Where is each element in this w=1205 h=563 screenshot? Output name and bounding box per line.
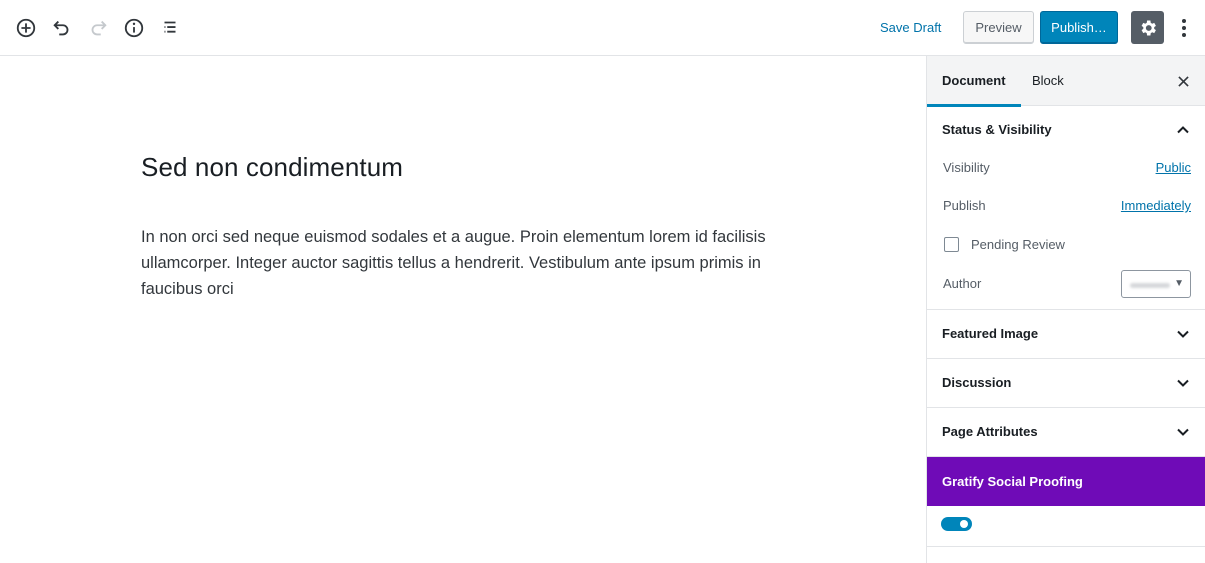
post-title[interactable]: Sed non condimentum	[141, 152, 403, 183]
outline-icon[interactable]	[156, 14, 184, 42]
undo-icon[interactable]	[48, 14, 76, 42]
more-options-button[interactable]	[1172, 14, 1196, 42]
publish-row: Publish Immediately	[927, 187, 1205, 225]
panel-featured-image: Featured Image	[927, 310, 1205, 359]
publish-label: Publish	[943, 198, 986, 213]
panel-page-attributes: Page Attributes	[927, 408, 1205, 457]
tab-document[interactable]: Document	[927, 56, 1021, 107]
panel-title: Page Attributes	[942, 424, 1038, 439]
author-select[interactable]: ▼	[1121, 270, 1191, 298]
chevron-up-icon	[1177, 126, 1189, 134]
author-row: Author ▼	[927, 265, 1205, 303]
panel-discussion: Discussion	[927, 359, 1205, 408]
pending-review-checkbox[interactable]	[944, 237, 959, 252]
panel-title: Featured Image	[942, 326, 1039, 341]
panel-title: Status & Visibility	[942, 122, 1052, 137]
chevron-down-icon	[1177, 428, 1189, 436]
panel-featured-image-toggle[interactable]: Featured Image	[927, 310, 1205, 358]
save-draft-button[interactable]: Save Draft	[872, 17, 949, 39]
info-icon[interactable]	[120, 14, 148, 42]
gear-icon	[1141, 20, 1156, 35]
add-block-icon[interactable]	[12, 14, 40, 42]
sidebar-tabs: Document Block	[927, 56, 1205, 107]
more-vertical-icon	[1182, 19, 1186, 37]
chevron-down-icon	[1177, 330, 1189, 338]
panel-status-visibility: Status & Visibility Visibility Public Pu…	[927, 106, 1205, 310]
author-name-redacted	[1130, 283, 1170, 288]
publish-date-link[interactable]: Immediately	[1121, 187, 1191, 225]
panel-discussion-toggle[interactable]: Discussion	[927, 359, 1205, 407]
redo-icon[interactable]	[84, 14, 112, 42]
close-sidebar-button[interactable]	[1173, 71, 1193, 91]
gratify-panel-header: Gratify Social Proofing	[927, 457, 1205, 506]
pending-review-row: Pending Review	[927, 225, 1205, 265]
pending-review-label: Pending Review	[971, 237, 1065, 252]
chevron-down-icon	[1177, 379, 1189, 387]
panel-status-visibility-toggle[interactable]: Status & Visibility	[927, 106, 1205, 154]
paragraph-block[interactable]: In non orci sed neque euismod sodales et…	[141, 224, 791, 302]
editor-toolbar: Save Draft Preview Publish…	[0, 0, 1205, 56]
editor-canvas: Sed non condimentum In non orci sed nequ…	[0, 56, 926, 563]
preview-button[interactable]: Preview	[963, 11, 1034, 44]
tab-block[interactable]: Block	[1032, 56, 1064, 106]
visibility-link[interactable]: Public	[1156, 149, 1191, 187]
gratify-toggle-row	[927, 506, 1205, 547]
close-icon	[1177, 75, 1189, 87]
visibility-label: Visibility	[943, 160, 990, 175]
panel-page-attributes-toggle[interactable]: Page Attributes	[927, 408, 1205, 456]
toggle-knob	[960, 520, 968, 528]
author-label: Author	[943, 276, 982, 291]
select-caret-icon: ▼	[1174, 278, 1184, 289]
settings-button[interactable]	[1131, 11, 1164, 44]
visibility-row: Visibility Public	[927, 149, 1205, 187]
publish-button[interactable]: Publish…	[1040, 11, 1118, 44]
gratify-toggle[interactable]	[941, 517, 972, 531]
panel-title: Discussion	[942, 375, 1012, 390]
settings-sidebar: Document Block Status & Visibility Visib…	[926, 56, 1205, 563]
